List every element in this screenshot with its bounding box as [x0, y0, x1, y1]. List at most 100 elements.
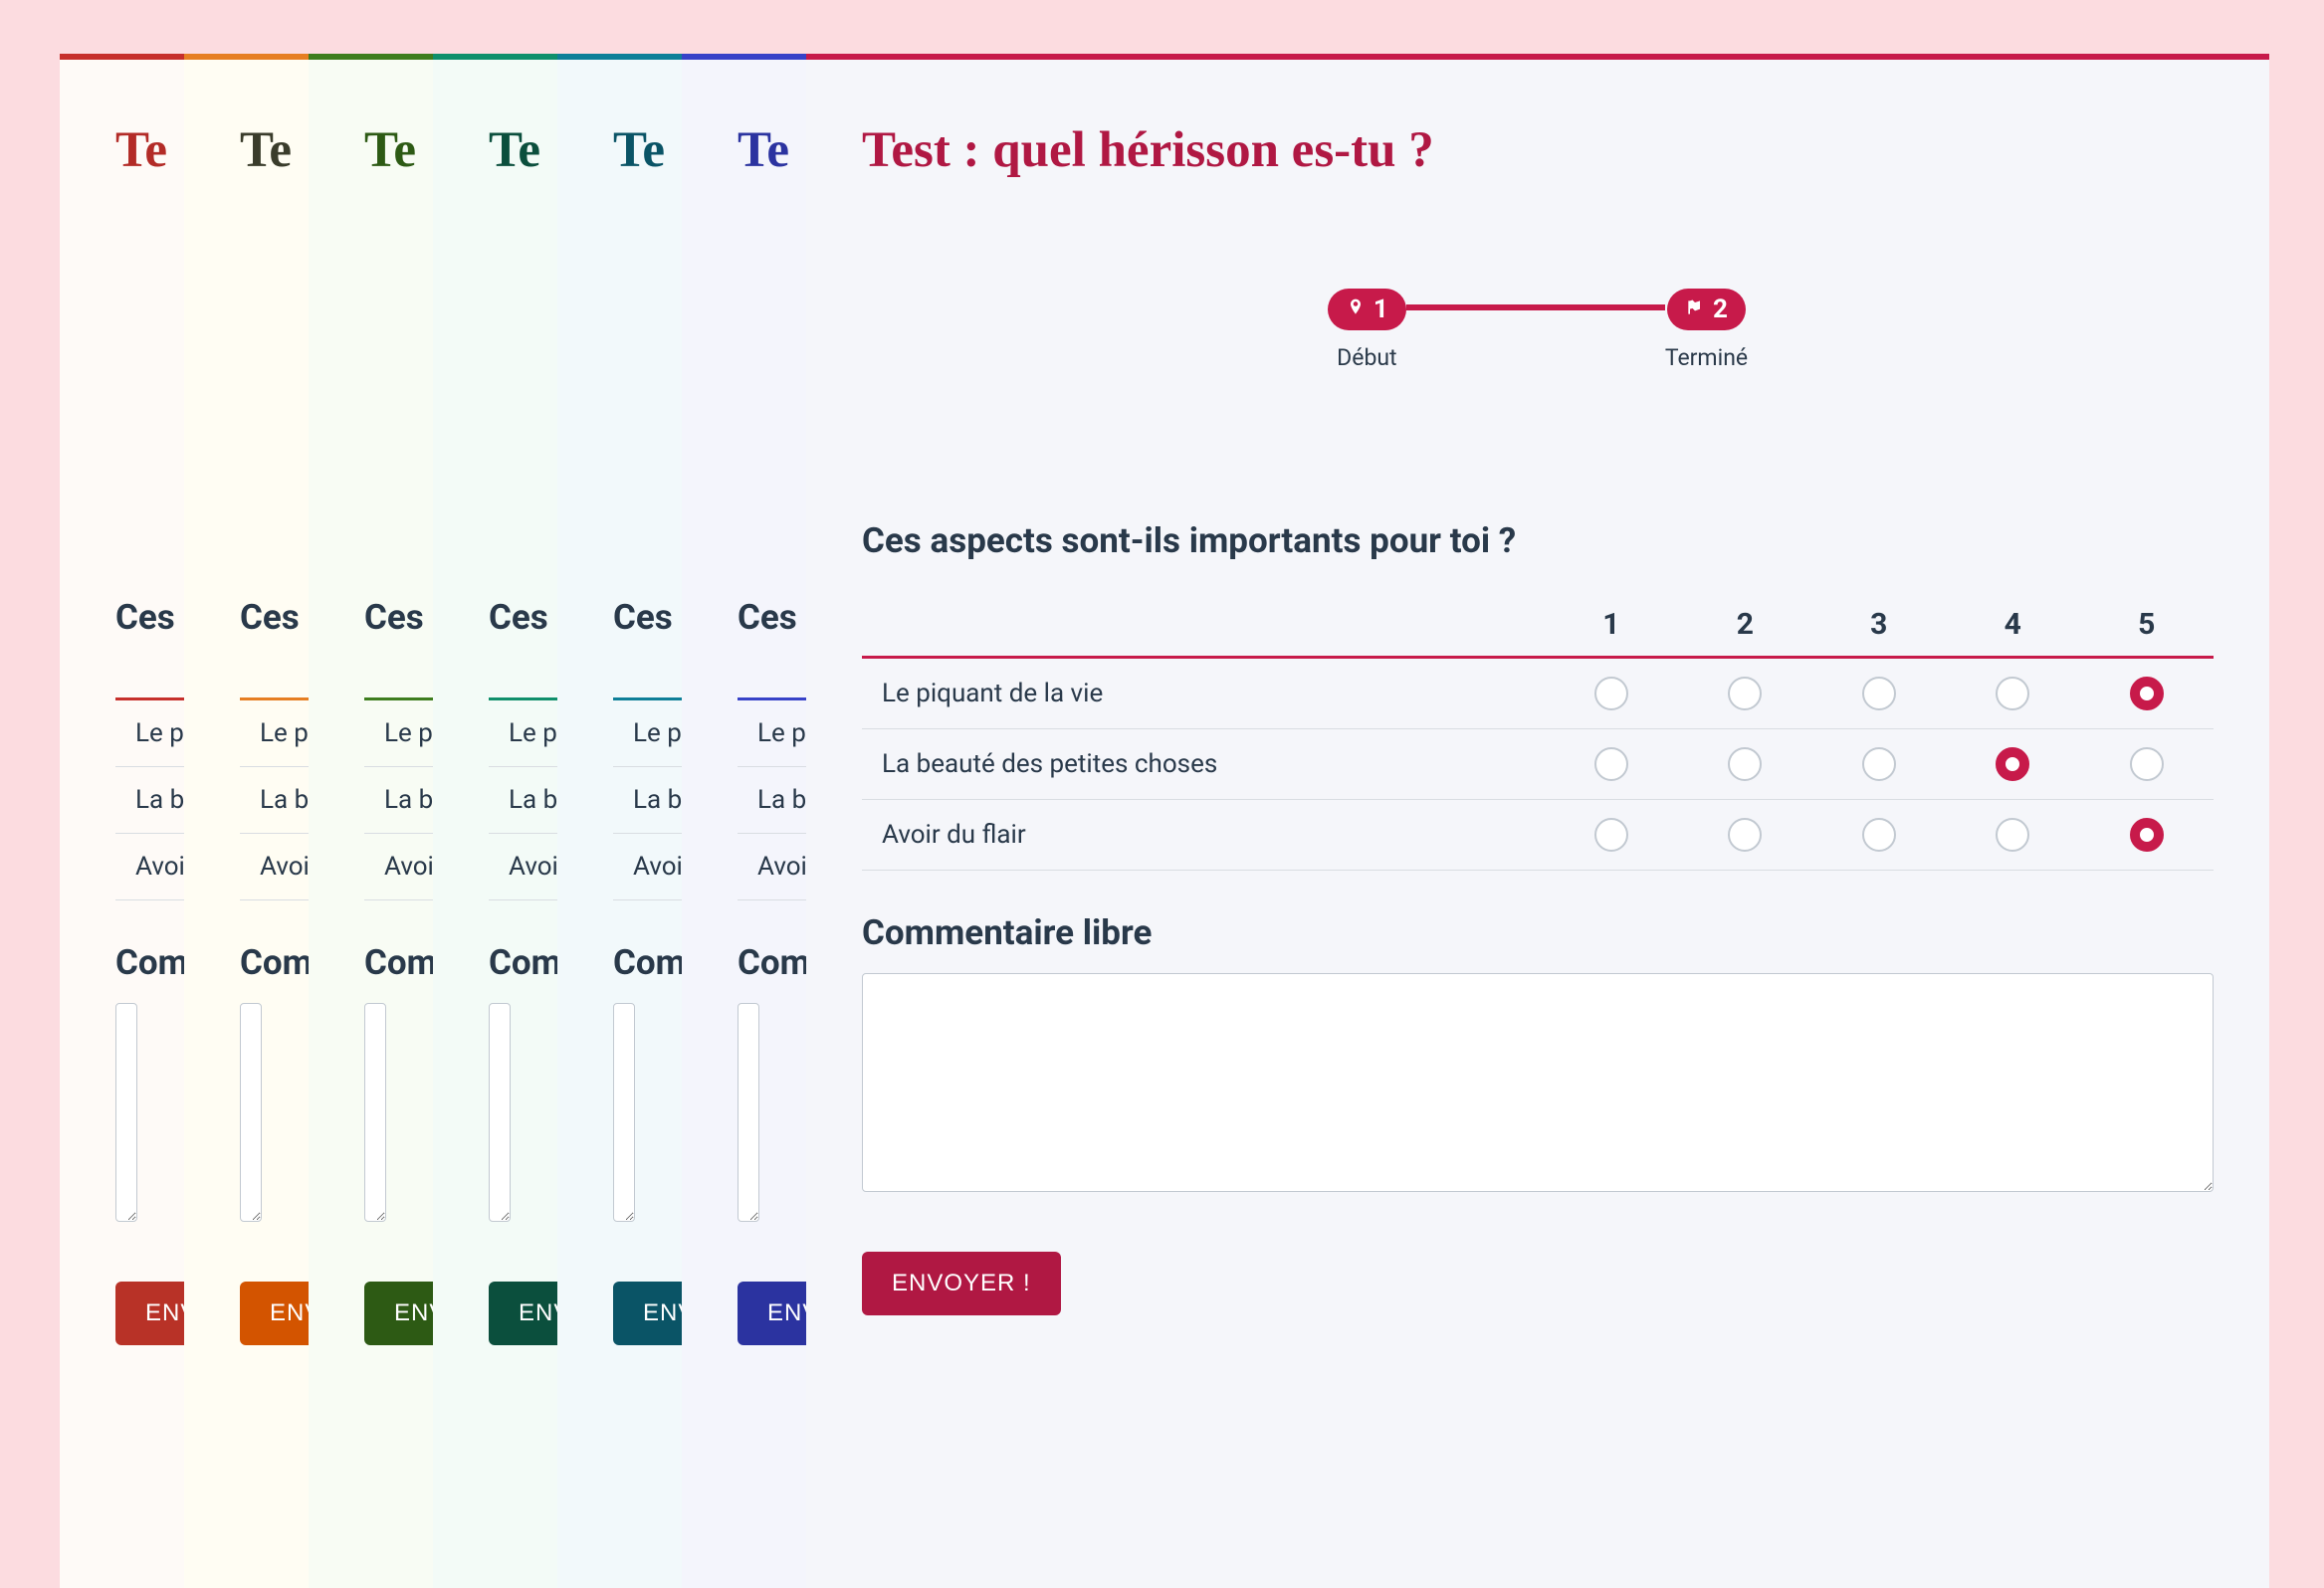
comment-heading: Commentaire libre	[862, 912, 2214, 953]
send-button[interactable]: ENVO	[613, 1282, 682, 1345]
row-label: Le pi	[613, 699, 682, 767]
row-label: Le pi	[489, 699, 557, 767]
comment-heading: Com	[240, 942, 253, 983]
row-label: La beauté des petites choses	[862, 729, 1545, 800]
row-label: Avoir	[489, 834, 557, 900]
row-label: La be	[115, 767, 184, 834]
table-row: Avoir	[738, 834, 806, 900]
radio-option[interactable]	[1862, 677, 1896, 710]
radio-option[interactable]	[1728, 677, 1762, 710]
comment-heading: Com	[738, 942, 750, 983]
flag-icon	[1685, 295, 1705, 324]
progress-label-2: Terminé	[1665, 344, 1748, 371]
radio-option[interactable]	[1728, 747, 1762, 781]
table-row: La be	[240, 767, 309, 834]
progress-step-1[interactable]: 1	[1328, 289, 1406, 330]
table-row: La be	[613, 767, 682, 834]
table-row: Le pi	[364, 699, 433, 767]
radio-option[interactable]	[1594, 818, 1628, 852]
comment-textarea[interactable]	[489, 1003, 511, 1222]
rating-matrix: 12345Le piquant de la vieLa beauté des p…	[862, 607, 2214, 871]
rating-matrix: Le piLa beAvoir	[240, 684, 309, 900]
table-row: La be	[738, 767, 806, 834]
question-heading: Ces a	[613, 597, 626, 638]
send-button[interactable]: ENVO	[364, 1282, 433, 1345]
table-row: Avoir	[364, 834, 433, 900]
radio-option[interactable]	[2130, 747, 2164, 781]
table-row: La be	[489, 767, 557, 834]
survey-card-0: Te Ces a Le piLa beAvoir Com ENVO	[60, 54, 184, 1588]
table-row: Le pi	[115, 699, 184, 767]
progress-line	[1406, 304, 1665, 310]
row-label: Avoir	[364, 834, 433, 900]
comment-textarea[interactable]	[738, 1003, 759, 1222]
table-row: Le pi	[613, 699, 682, 767]
comment-textarea[interactable]	[862, 973, 2214, 1192]
question-heading: Ces a	[115, 597, 128, 638]
table-row: Le piquant de la vie	[862, 658, 2214, 729]
survey-card-3: TeCes aLe piLa beAvoirComENVO	[433, 54, 557, 1588]
column-header-2: 2	[1678, 607, 1811, 658]
radio-option[interactable]	[1996, 677, 2029, 710]
question-heading: Ces a	[364, 597, 377, 638]
radio-option[interactable]	[1594, 747, 1628, 781]
row-label: La be	[489, 767, 557, 834]
comment-textarea[interactable]	[115, 1003, 137, 1222]
survey-card-2: Te Ces a Le piLa beAvoir Com ENVO	[309, 54, 433, 1588]
progress-num-1: 1	[1373, 295, 1388, 324]
radio-option[interactable]	[2130, 818, 2164, 852]
row-label: La be	[240, 767, 309, 834]
radio-option[interactable]	[2130, 677, 2164, 710]
comment-textarea[interactable]	[613, 1003, 635, 1222]
comment-textarea[interactable]	[364, 1003, 386, 1222]
column-header-1: 1	[1545, 607, 1678, 658]
radio-option[interactable]	[1594, 677, 1628, 710]
row-label: La be	[738, 767, 806, 834]
comment-heading: Com	[613, 942, 626, 983]
table-row: Avoir	[240, 834, 309, 900]
comment-heading: Com	[115, 942, 128, 983]
radio-option[interactable]	[1728, 818, 1762, 852]
rating-matrix: Le piLa beAvoir	[738, 684, 806, 900]
row-label: La be	[364, 767, 433, 834]
row-label: Le piquant de la vie	[862, 658, 1545, 729]
survey-card-5: TeCes aLe piLa beAvoirComENVO	[682, 54, 806, 1588]
table-row: Avoir	[489, 834, 557, 900]
progress-stepper: 1 Début 2 Terminé	[862, 289, 2214, 371]
survey-card-1: TeCes aLe piLa beAvoirComENVO	[184, 54, 309, 1588]
progress-num-2: 2	[1713, 295, 1728, 324]
row-label: Le pi	[240, 699, 309, 767]
row-label: Avoir	[115, 834, 184, 900]
send-button[interactable]: ENVO	[738, 1282, 806, 1345]
radio-option[interactable]	[1862, 818, 1896, 852]
row-label: Avoir	[613, 834, 682, 900]
page-title: Te	[240, 121, 253, 179]
comment-heading: Com	[489, 942, 502, 983]
row-label: Le pi	[364, 699, 433, 767]
send-button[interactable]: ENVO	[489, 1282, 557, 1345]
page-title: Te	[364, 121, 377, 179]
page-title: Te	[115, 121, 128, 179]
send-button[interactable]: ENVO	[240, 1282, 309, 1345]
rating-matrix: Le piLa beAvoir	[115, 684, 184, 900]
comment-textarea[interactable]	[240, 1003, 262, 1222]
table-row: Le pi	[240, 699, 309, 767]
radio-option[interactable]	[1996, 818, 2029, 852]
progress-step-2[interactable]: 2	[1667, 289, 1746, 330]
send-button[interactable]: ENVO	[115, 1282, 184, 1345]
column-header-5: 5	[2079, 607, 2214, 658]
pin-icon	[1346, 295, 1366, 324]
page-title: Te	[613, 121, 626, 179]
rating-matrix: Le piLa beAvoir	[364, 684, 433, 900]
rating-matrix: Le piLa beAvoir	[489, 684, 557, 900]
survey-card-6: Test : quel hérisson es-tu ?1Début2Termi…	[806, 54, 2269, 1588]
radio-option[interactable]	[1996, 747, 2029, 781]
radio-option[interactable]	[1862, 747, 1896, 781]
comment-heading: Com	[364, 942, 377, 983]
table-row: La be	[115, 767, 184, 834]
send-button[interactable]: ENVOYER !	[862, 1252, 1061, 1315]
progress-label-1: Début	[1337, 344, 1396, 371]
table-row: La be	[364, 767, 433, 834]
column-header-4: 4	[1946, 607, 2079, 658]
table-row: La beauté des petites choses	[862, 729, 2214, 800]
